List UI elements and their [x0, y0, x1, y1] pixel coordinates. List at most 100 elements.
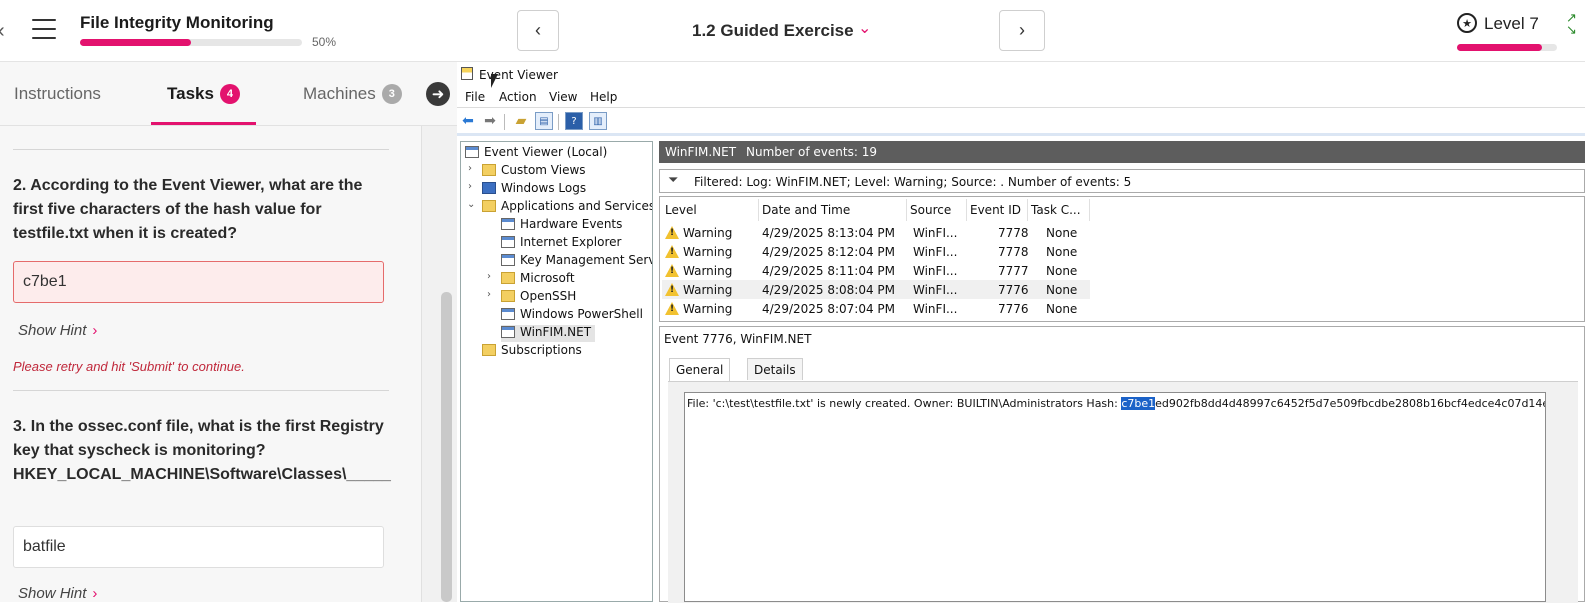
- cell-source-text: WinFI...: [913, 226, 958, 240]
- back-chevron-icon[interactable]: ‹: [0, 20, 5, 43]
- filter-funnel-icon: ⏷: [668, 173, 679, 188]
- next-exercise-button[interactable]: ›: [999, 10, 1045, 51]
- tree-item-custom-views[interactable]: Custom Views: [482, 163, 586, 180]
- show-action-pane-icon[interactable]: ▥: [589, 112, 607, 130]
- column-header-task-category[interactable]: Task C...: [1028, 199, 1090, 221]
- tab-machines[interactable]: Machines 3: [303, 84, 402, 104]
- tree-label: Custom Views: [501, 163, 586, 177]
- show-hide-tree-icon[interactable]: ▤: [535, 112, 553, 130]
- cell-event-id: 7778: [998, 226, 1029, 240]
- up-folder-icon[interactable]: ▰: [512, 112, 530, 130]
- event-viewer-icon: [465, 146, 479, 158]
- warning-icon: [665, 283, 679, 296]
- event-count: Number of events: 19: [746, 145, 877, 159]
- general-tab-panel: File: 'c:\test\testfile.txt' is newly cr…: [668, 381, 1578, 603]
- show-hint-link-3[interactable]: Show Hint ›: [18, 585, 97, 602]
- log-icon: [501, 236, 515, 248]
- cell-source: WinFI...: [913, 302, 957, 316]
- tree-item-key-management[interactable]: Key Management Service: [501, 253, 652, 270]
- tab-general[interactable]: General: [669, 358, 731, 382]
- expand-arrow-icon[interactable]: ›: [487, 271, 497, 282]
- exercise-title[interactable]: 1.2 Guided Exercise: [692, 21, 854, 41]
- menu-help[interactable]: Help: [590, 90, 617, 104]
- collapse-arrows-icon[interactable]: ↗ ↘: [1566, 11, 1577, 36]
- question-3: 3. In the ossec.conf file, what is the f…: [13, 418, 391, 483]
- expand-arrow-icon[interactable]: ›: [468, 181, 478, 192]
- tree-item-windows-logs[interactable]: Windows Logs: [482, 181, 586, 198]
- tree-label: Windows Logs: [501, 181, 587, 195]
- answer-field-3[interactable]: batfile: [13, 526, 384, 568]
- chevron-left-icon: ‹: [535, 20, 541, 40]
- table-row[interactable]: Warning 4/29/2025 8:08:04 PM WinFI... 7776 N…: [662, 280, 1090, 299]
- chevron-down-icon[interactable]: ⌄: [858, 18, 871, 38]
- expand-arrow-icon[interactable]: ›: [487, 289, 497, 300]
- folder-icon: [501, 290, 515, 302]
- column-header-level[interactable]: Level: [662, 199, 759, 221]
- tree-item-apps-services[interactable]: Applications and Services Lo: [482, 199, 652, 216]
- tab-tasks-label: Tasks: [167, 84, 214, 103]
- column-header-source[interactable]: Source: [907, 199, 967, 221]
- menu-action[interactable]: Action: [499, 90, 537, 104]
- cell-event-id: 7777: [998, 264, 1029, 278]
- question-2: 2. According to the Event Viewer, what a…: [13, 177, 363, 242]
- cell-datetime: 4/29/2025 8:12:04 PM: [762, 245, 895, 259]
- table-row[interactable]: Warning 4/29/2025 8:13:04 PM WinFI... 7778 N…: [662, 223, 1090, 242]
- cell-source-text: WinFI...: [913, 302, 958, 316]
- tree-item-internet-explorer[interactable]: Internet Explorer: [501, 235, 621, 252]
- level-progress-bar: [1457, 44, 1557, 51]
- windows-logs-icon: [482, 182, 496, 194]
- tab-instructions[interactable]: Instructions: [14, 84, 101, 104]
- expand-arrow-icon[interactable]: ›: [468, 163, 478, 174]
- column-header-event-id[interactable]: Event ID: [967, 199, 1028, 221]
- event-description[interactable]: File: 'c:\test\testfile.txt' is newly cr…: [684, 392, 1546, 602]
- tree-item-subscriptions[interactable]: Subscriptions: [482, 343, 582, 360]
- cell-event-id-text: 7778: [998, 226, 1029, 240]
- tree-item-root[interactable]: Event Viewer (Local): [465, 145, 607, 162]
- cell-level: Warning: [665, 283, 732, 297]
- scrollbar-thumb[interactable]: [441, 292, 452, 602]
- selected-hash-text: c7be1: [1121, 397, 1156, 410]
- tree-label: Key Management Service: [520, 253, 652, 267]
- tree-item-openssh[interactable]: OpenSSH: [501, 289, 576, 306]
- cell-datetime-text: 4/29/2025 8:07:04 PM: [762, 302, 896, 316]
- level-progress-fill: [1457, 44, 1542, 51]
- cell-event-id: 7776: [998, 283, 1029, 297]
- events-table: Level Date and Time Source Event ID Task…: [659, 196, 1585, 322]
- event-viewer-app-icon: [461, 67, 473, 80]
- arrow-right-icon[interactable]: ➜: [426, 82, 450, 106]
- table-row[interactable]: Warning 4/29/2025 8:07:04 PM WinFI... 7776 N…: [662, 299, 1090, 318]
- tree-item-winfim[interactable]: WinFIM.NET: [501, 325, 596, 342]
- table-row[interactable]: Warning 4/29/2025 8:11:04 PM WinFI... 7777 N…: [662, 261, 1090, 280]
- cell-datetime-text: 4/29/2025 8:11:04 PM: [762, 264, 896, 278]
- warning-icon: [665, 226, 679, 239]
- tree-label: WinFIM.NET: [520, 325, 592, 339]
- tree-item-hardware-events[interactable]: Hardware Events: [501, 217, 622, 234]
- mouse-cursor-icon: [491, 74, 498, 88]
- hamburger-menu-icon[interactable]: [32, 19, 56, 41]
- cell-event-id-text: 7776: [998, 302, 1029, 316]
- answer-field-2[interactable]: c7be1: [13, 261, 384, 303]
- menu-file[interactable]: File: [465, 90, 485, 104]
- cell-source: WinFI...: [913, 226, 957, 240]
- cell-event-id-text: 7776: [998, 283, 1029, 297]
- course-title: File Integrity Monitoring: [80, 13, 274, 32]
- back-arrow-icon[interactable]: ⬅: [459, 112, 477, 130]
- cell-event-id: 7778: [998, 245, 1029, 259]
- column-header-datetime[interactable]: Date and Time: [759, 199, 907, 221]
- previous-exercise-button[interactable]: ‹: [517, 10, 559, 51]
- filter-description: Filtered: Log: WinFIM.NET; Level: Warnin…: [694, 175, 1132, 189]
- tab-tasks[interactable]: Tasks 4: [167, 84, 240, 104]
- tab-details[interactable]: Details: [747, 358, 803, 380]
- cell-level-text: Warning: [683, 264, 733, 278]
- toolbar: ⬅ ➡ ▰ ▤ ? ▥: [457, 108, 1585, 136]
- table-row[interactable]: Warning 4/29/2025 8:12:04 PM WinFI... 7778 N…: [662, 242, 1090, 261]
- show-hint-link-2[interactable]: Show Hint ›: [18, 322, 97, 339]
- cell-event-id-text: 7778: [998, 245, 1029, 259]
- tree-item-microsoft[interactable]: Microsoft: [501, 271, 575, 288]
- tree-item-powershell[interactable]: Windows PowerShell: [501, 307, 643, 324]
- help-icon[interactable]: ?: [565, 112, 583, 130]
- collapse-arrow-icon[interactable]: ⌄: [467, 199, 477, 210]
- task-scrollbar[interactable]: [421, 126, 457, 602]
- menu-view[interactable]: View: [549, 90, 577, 104]
- forward-arrow-icon[interactable]: ➡: [481, 112, 499, 130]
